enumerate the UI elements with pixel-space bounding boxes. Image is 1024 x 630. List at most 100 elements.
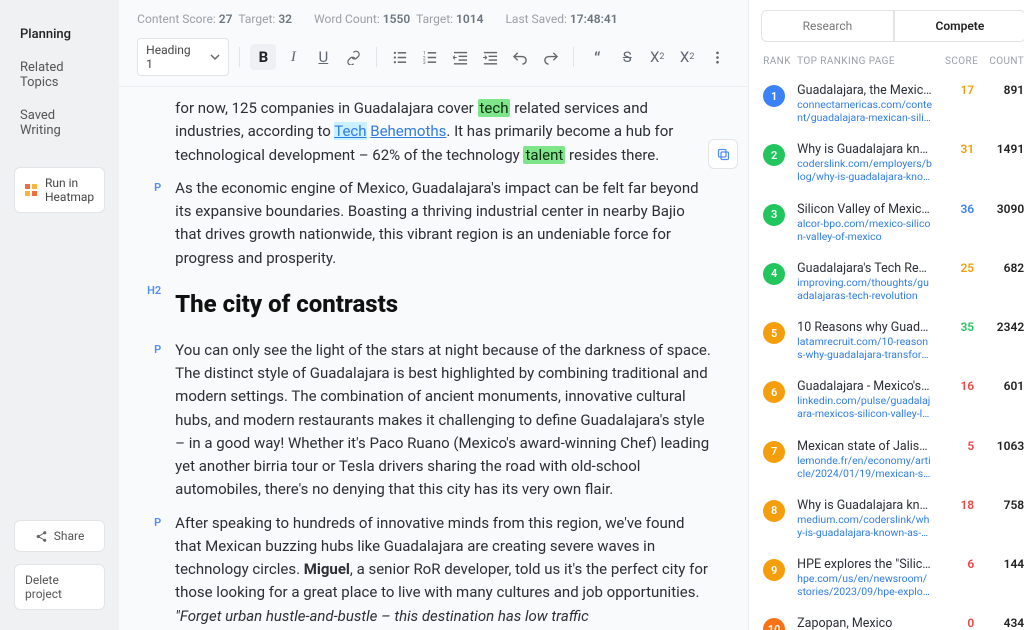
compete-row[interactable]: 3 Silicon Valley of Mexico - Gua… alcor-… bbox=[749, 194, 1024, 253]
indent-icon bbox=[483, 50, 498, 65]
result-url[interactable]: connectamericas.com/content/guadalajara-… bbox=[797, 98, 932, 124]
outdent-button[interactable] bbox=[447, 44, 473, 70]
heatmap-icon bbox=[25, 184, 37, 196]
result-score: 17 bbox=[938, 83, 974, 97]
compete-row[interactable]: 4 Guadalajara's Tech Revolutio… improvin… bbox=[749, 253, 1024, 312]
gutter-tag: P bbox=[139, 177, 161, 270]
run-heatmap-button[interactable]: Run in Heatmap bbox=[14, 167, 105, 213]
compete-rows[interactable]: 1 Guadalajara, the Mexican Sili… connect… bbox=[749, 75, 1024, 630]
result-title: Why is Guadalajara known as… bbox=[797, 498, 932, 513]
subscript-button[interactable]: X2 bbox=[644, 44, 670, 70]
strikethrough-button[interactable]: S bbox=[614, 44, 640, 70]
undo-button[interactable] bbox=[507, 44, 533, 70]
highlight-tech: tech bbox=[478, 99, 511, 117]
numbered-list-icon: 123 bbox=[423, 50, 438, 65]
panel-column-header: RANK TOP RANKING PAGE SCORE COUNT bbox=[749, 42, 1024, 75]
italic-button[interactable]: I bbox=[280, 44, 306, 70]
result-score: 36 bbox=[938, 202, 974, 216]
result-score: 16 bbox=[938, 379, 974, 393]
result-count: 891 bbox=[980, 83, 1024, 97]
gutter-tag: P bbox=[139, 512, 161, 628]
underline-button[interactable]: U bbox=[310, 44, 336, 70]
rank-badge: 10 bbox=[763, 618, 785, 630]
compete-row[interactable]: 1 Guadalajara, the Mexican Sili… connect… bbox=[749, 75, 1024, 134]
rank-badge: 1 bbox=[763, 85, 785, 107]
result-title: HPE explores the "Silicon Vall… bbox=[797, 557, 932, 572]
result-title: Silicon Valley of Mexico - Gua… bbox=[797, 202, 932, 217]
quote-button[interactable]: “ bbox=[584, 44, 610, 70]
svg-text:3: 3 bbox=[423, 60, 426, 65]
heading-select[interactable]: Heading 1 bbox=[137, 38, 229, 76]
paragraph[interactable]: As the economic engine of Mexico, Guadal… bbox=[175, 177, 714, 270]
undo-icon bbox=[513, 50, 528, 65]
result-url[interactable]: linkedin.com/pulse/guadalajara-mexicos-s… bbox=[797, 394, 932, 420]
result-url[interactable]: lemonde.fr/en/economy/article/2024/01/19… bbox=[797, 454, 932, 480]
delete-project-label: Delete project bbox=[25, 573, 94, 601]
sidebar-item-planning[interactable]: Planning bbox=[14, 20, 105, 49]
rank-badge: 4 bbox=[763, 263, 785, 285]
result-count: 144 bbox=[980, 557, 1024, 571]
result-title: Guadalajara - Mexico's Silico… bbox=[797, 379, 932, 394]
result-url[interactable]: improving.com/thoughts/guadalajaras-tech… bbox=[797, 276, 932, 302]
sidebar-item-related-topics[interactable]: Related Topics bbox=[14, 53, 105, 97]
superscript-button[interactable]: X2 bbox=[674, 44, 700, 70]
result-title: Mexican state of Jalisco drea… bbox=[797, 439, 932, 454]
compete-row[interactable]: 8 Why is Guadalajara known as… medium.co… bbox=[749, 490, 1024, 549]
main-editor: Content Score: 27 Target: 32 Word Count:… bbox=[119, 0, 748, 630]
link-icon bbox=[346, 50, 361, 65]
result-count: 1063 bbox=[980, 439, 1024, 453]
result-url[interactable]: hpe.com/us/en/newsroom/stories/2023/09/h… bbox=[797, 572, 932, 598]
redo-button[interactable] bbox=[537, 44, 563, 70]
rank-badge: 2 bbox=[763, 144, 785, 166]
document-editor[interactable]: for now, 125 companies in Guadalajara co… bbox=[139, 87, 720, 630]
result-url[interactable]: alcor-bpo.com/mexico-silicon-valley-of-m… bbox=[797, 217, 932, 243]
compete-panel: Research Compete RANK TOP RANKING PAGE S… bbox=[748, 0, 1024, 630]
numbered-list-button[interactable]: 123 bbox=[417, 44, 443, 70]
result-score: 31 bbox=[938, 142, 974, 156]
result-url[interactable]: coderslink.com/employers/blog/why-is-gua… bbox=[797, 157, 932, 183]
result-count: 1491 bbox=[980, 142, 1024, 156]
result-count: 682 bbox=[980, 261, 1024, 275]
result-url[interactable]: medium.com/coderslink/why-is-guadalajara… bbox=[797, 513, 932, 539]
result-count: 3090 bbox=[980, 202, 1024, 216]
result-title: Guadalajara, the Mexican Sili… bbox=[797, 83, 932, 98]
link-button[interactable] bbox=[340, 44, 366, 70]
result-count: 2342 bbox=[980, 320, 1024, 334]
result-url[interactable]: latamrecruit.com/10-reasons-why-guadalaj… bbox=[797, 335, 932, 361]
share-button[interactable]: Share bbox=[14, 520, 105, 552]
sidebar: Planning Related Topics Saved Writing Ru… bbox=[0, 0, 119, 630]
tab-compete[interactable]: Compete bbox=[894, 10, 1024, 42]
compete-row[interactable]: 2 Why is Guadalajara known as… coderslin… bbox=[749, 134, 1024, 193]
paragraph[interactable]: You can only see the light of the stars … bbox=[175, 339, 714, 502]
result-count: 601 bbox=[980, 379, 1024, 393]
compete-row[interactable]: 9 HPE explores the "Silicon Vall… hpe.co… bbox=[749, 549, 1024, 608]
redo-icon bbox=[543, 50, 558, 65]
highlight-talent: talent bbox=[523, 146, 565, 164]
heading-2[interactable]: The city of contrasts bbox=[175, 286, 714, 323]
result-score: 18 bbox=[938, 498, 974, 512]
tab-research[interactable]: Research bbox=[761, 10, 894, 42]
bullet-list-button[interactable] bbox=[387, 44, 413, 70]
indent-button[interactable] bbox=[477, 44, 503, 70]
paragraph[interactable]: for now, 125 companies in Guadalajara co… bbox=[175, 97, 714, 167]
rank-badge: 5 bbox=[763, 322, 785, 344]
more-button[interactable] bbox=[704, 44, 730, 70]
bullet-list-icon bbox=[393, 50, 408, 65]
result-count: 434 bbox=[980, 616, 1024, 630]
result-count: 758 bbox=[980, 498, 1024, 512]
editor-toolbar: Heading 1 B I U 123 bbox=[119, 30, 748, 87]
gutter-tag: H2 bbox=[139, 280, 161, 329]
paragraph[interactable]: After speaking to hundreds of innovative… bbox=[175, 512, 714, 628]
compete-row[interactable]: 10 Zapopan, Mexico grsistercities.org/za… bbox=[749, 608, 1024, 630]
bold-button[interactable]: B bbox=[250, 44, 276, 70]
compete-row[interactable]: 7 Mexican state of Jalisco drea… lemonde… bbox=[749, 431, 1024, 490]
compete-row[interactable]: 6 Guadalajara - Mexico's Silico… linkedi… bbox=[749, 371, 1024, 430]
sidebar-item-saved-writing[interactable]: Saved Writing bbox=[14, 101, 105, 145]
kebab-icon bbox=[710, 50, 725, 65]
delete-project-button[interactable]: Delete project bbox=[14, 564, 105, 610]
compete-row[interactable]: 5 10 Reasons why Guadalajara … latamrecr… bbox=[749, 312, 1024, 371]
result-score: 5 bbox=[938, 439, 974, 453]
stats-bar: Content Score: 27 Target: 32 Word Count:… bbox=[119, 0, 748, 30]
result-title: Zapopan, Mexico bbox=[797, 616, 932, 630]
result-score: 25 bbox=[938, 261, 974, 275]
